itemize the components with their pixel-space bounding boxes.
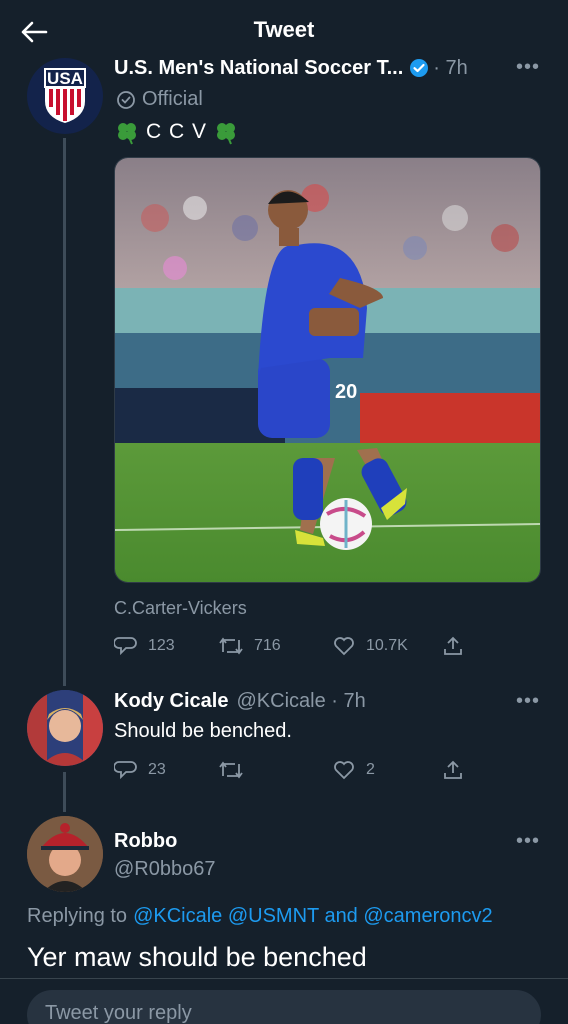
kody-avatar[interactable] (27, 690, 103, 766)
tweet-body: C C V (146, 120, 208, 143)
replying-prefix: Replying to (27, 905, 128, 927)
official-badge-icon (116, 90, 136, 110)
reply-count: 23 (148, 761, 166, 778)
reply-icon (114, 634, 138, 658)
like-button[interactable]: 10.7K (332, 634, 408, 658)
retweet-count: 716 (254, 637, 281, 654)
more-options-button[interactable]: ••• (516, 690, 540, 713)
author-handle: @R0bbo67 (114, 858, 216, 880)
author-name[interactable]: Robbo (114, 830, 177, 853)
like-button[interactable]: 2 (332, 758, 375, 782)
divider (0, 978, 568, 979)
author-name[interactable]: U.S. Men's National Soccer T... (114, 57, 403, 80)
more-options-button[interactable]: ••• (516, 830, 540, 853)
page-title: Tweet (253, 17, 315, 42)
share-button[interactable] (441, 758, 465, 782)
svg-text:USA: USA (47, 69, 83, 88)
usmnt-avatar[interactable]: USA (27, 58, 103, 134)
reply-count: 123 (148, 637, 175, 654)
like-icon (332, 758, 356, 782)
reply-button[interactable]: 123 (114, 634, 175, 658)
share-icon (441, 758, 465, 782)
share-icon (441, 634, 465, 658)
thread-line (63, 772, 66, 812)
reply-button[interactable]: 23 (114, 758, 166, 782)
jersey-number: 20 (335, 381, 357, 403)
thread-line (63, 138, 66, 686)
tweet-header: U.S. Men's National Soccer T... · 7h (114, 56, 544, 80)
author-handle: @KCicale · 7h (236, 690, 366, 712)
top-bar: Tweet (0, 0, 568, 60)
more-icon: ••• (516, 56, 541, 78)
tweet-text: C C V (114, 118, 239, 146)
more-icon: ••• (516, 830, 541, 852)
replying-to-mentions[interactable]: @KCicale @USMNT and @cameroncv2 (133, 905, 493, 928)
like-count: 10.7K (366, 637, 408, 654)
clover-icon (114, 119, 140, 145)
photo-caption: C.Carter-Vickers (114, 598, 247, 618)
reply1-header: Kody Cicale @KCicale · 7h (114, 690, 366, 713)
retweet-icon (218, 758, 244, 782)
retweet-icon (218, 634, 244, 658)
reply-icon (114, 758, 138, 782)
more-icon: ••• (516, 690, 541, 712)
like-icon (332, 634, 356, 658)
composer-placeholder: Tweet your reply (45, 1002, 192, 1024)
clover-icon (213, 119, 239, 145)
replying-to-line: Replying to @KCicale @USMNT and @cameron… (27, 905, 493, 928)
like-count: 2 (366, 761, 375, 778)
retweet-button[interactable] (218, 758, 244, 782)
retweet-button[interactable]: 716 (218, 634, 281, 658)
robbo-avatar[interactable] (27, 816, 103, 892)
focused-tweet-text: Yer maw should be benched (27, 942, 367, 972)
more-options-button[interactable]: ••• (516, 56, 540, 79)
reply-composer-input[interactable]: Tweet your reply (27, 990, 541, 1024)
reply1-text: Should be benched. (114, 720, 292, 742)
author-name[interactable]: Kody Cicale (114, 690, 228, 713)
tweet-photo[interactable]: 20 (114, 157, 541, 583)
official-text: Official (142, 88, 203, 110)
verified-badge-icon (409, 58, 429, 78)
share-button[interactable] (441, 634, 465, 658)
tweet-time: · 7h (433, 56, 468, 79)
official-label: Official (116, 88, 203, 111)
